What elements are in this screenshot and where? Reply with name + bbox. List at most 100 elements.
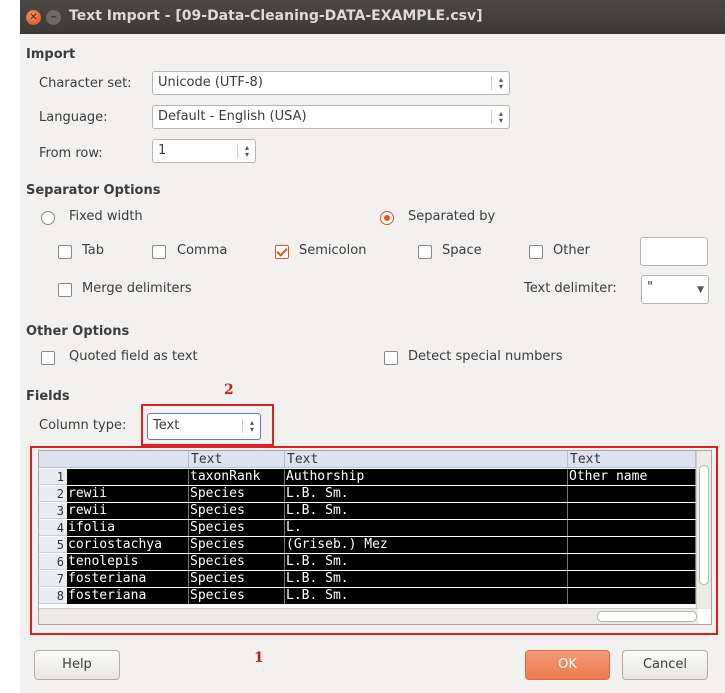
table-cell: coriostachya	[67, 537, 189, 553]
table-cell: Species	[189, 571, 285, 587]
column-header[interactable]	[39, 451, 189, 468]
column-type-value: Text	[153, 418, 180, 433]
close-icon[interactable]: ✕	[26, 10, 41, 25]
table-cell: L.B. Sm.	[285, 486, 568, 502]
row-number: 1	[39, 469, 67, 485]
table-cell: Species	[189, 486, 285, 502]
table-cell: Species	[189, 537, 285, 553]
spin-arrows-icon: ▴ ▾	[491, 76, 503, 91]
language-label: Language:	[39, 110, 108, 125]
table-cell	[67, 469, 189, 485]
column-header[interactable]: Text	[189, 451, 285, 468]
table-cell	[568, 486, 696, 502]
table-cell: L.B. Sm.	[285, 571, 568, 587]
separator-heading: Separator Options	[26, 183, 161, 198]
table-cell: tenolepis	[67, 554, 189, 570]
chevron-down-icon: ▼	[697, 285, 704, 295]
other-checkbox[interactable]	[529, 245, 543, 259]
separated-by-radio[interactable]	[380, 211, 394, 225]
title-bar: ✕ – Text Import - [09-Data-Cleaning-DATA…	[20, 0, 725, 34]
quoted-field-label: Quoted field as text	[69, 349, 198, 364]
vertical-scrollbar[interactable]	[696, 451, 711, 609]
annotation-number-1: 1	[254, 650, 264, 666]
comma-label: Comma	[177, 243, 228, 258]
tab-checkbox[interactable]	[58, 245, 72, 259]
cancel-button[interactable]: Cancel	[622, 650, 708, 680]
table-cell	[568, 520, 696, 536]
row-number: 4	[39, 520, 67, 536]
table-cell: L.B. Sm.	[285, 554, 568, 570]
scroll-thumb[interactable]	[597, 611, 697, 622]
text-delimiter-combo[interactable]: " ▼	[641, 275, 709, 304]
table-cell: (Griseb.) Mez	[285, 537, 568, 553]
comma-checkbox[interactable]	[152, 245, 166, 259]
text-delimiter-value: "	[647, 280, 653, 295]
column-header[interactable]: Text	[285, 451, 568, 468]
table-cell	[568, 503, 696, 519]
detect-special-numbers-checkbox[interactable]	[384, 351, 398, 365]
row-number: 8	[39, 588, 67, 604]
table-cell: ifolia	[67, 520, 189, 536]
table-cell: Species	[189, 520, 285, 536]
table-cell	[568, 537, 696, 553]
table-cell: rewii	[67, 486, 189, 502]
language-combo[interactable]: Default - English (USA) ▴ ▾	[152, 105, 510, 129]
help-button[interactable]: Help	[34, 650, 120, 680]
table-cell: fosteriana	[67, 588, 189, 604]
table-cell: L.B. Sm.	[285, 503, 568, 519]
table-cell: taxonRank	[189, 469, 285, 485]
table-cell: fosteriana	[67, 571, 189, 587]
semicolon-label: Semicolon	[299, 243, 367, 258]
charset-value: Unicode (UTF-8)	[158, 75, 263, 90]
column-type-label: Column type:	[39, 418, 127, 433]
charset-label: Character set:	[39, 76, 132, 91]
table-cell: Other name	[568, 469, 696, 485]
language-value: Default - English (USA)	[158, 109, 307, 124]
row-number: 2	[39, 486, 67, 502]
fixed-width-label: Fixed width	[69, 209, 143, 224]
scroll-thumb[interactable]	[699, 465, 709, 585]
table-cell: L.B. Sm.	[285, 588, 568, 604]
charset-combo[interactable]: Unicode (UTF-8) ▴ ▾	[152, 71, 510, 95]
table-cell: Species	[189, 503, 285, 519]
table-cell	[568, 571, 696, 587]
column-type-combo[interactable]: Text ▴ ▾	[147, 413, 261, 440]
merge-delimiters-label: Merge delimiters	[82, 281, 192, 296]
row-number: 7	[39, 571, 67, 587]
separated-by-label: Separated by	[408, 209, 496, 224]
ok-button[interactable]: OK	[525, 650, 610, 680]
spin-arrows-icon[interactable]: ▴ ▾	[237, 144, 249, 159]
space-checkbox[interactable]	[418, 245, 432, 259]
table-cell: Authorship	[285, 469, 568, 485]
merge-delimiters-checkbox[interactable]	[58, 283, 72, 297]
row-number: 3	[39, 503, 67, 519]
fromrow-label: From row:	[39, 146, 103, 161]
row-number: 6	[39, 554, 67, 570]
text-delimiter-label: Text delimiter:	[524, 281, 617, 296]
spin-arrows-icon: ▴ ▾	[242, 419, 254, 434]
fixed-width-radio[interactable]	[41, 211, 55, 225]
table-cell: L.	[285, 520, 568, 536]
semicolon-checkbox[interactable]	[275, 245, 289, 259]
other-input[interactable]	[640, 237, 708, 266]
table-cell: rewii	[67, 503, 189, 519]
detect-special-numbers-label: Detect special numbers	[408, 349, 563, 364]
table-cell	[568, 554, 696, 570]
horizontal-scrollbar[interactable]	[39, 608, 698, 624]
minimize-icon[interactable]: –	[46, 10, 61, 25]
annotation-number-2: 2	[224, 382, 234, 398]
fromrow-spinbox[interactable]: 1 ▴ ▾	[152, 139, 256, 163]
text-import-dialog: ✕ – Text Import - [09-Data-Cleaning-DATA…	[20, 0, 725, 693]
other-label: Other	[553, 243, 590, 258]
preview-grid[interactable]: Text Text Text 1 taxonRank Authorship Ot…	[38, 450, 712, 625]
spin-arrows-icon: ▴ ▾	[491, 110, 503, 125]
table-cell	[568, 588, 696, 604]
quoted-field-checkbox[interactable]	[41, 351, 55, 365]
window-title: Text Import - [09-Data-Cleaning-DATA-EXA…	[69, 8, 483, 24]
import-heading: Import	[26, 47, 76, 62]
table-cell: Species	[189, 554, 285, 570]
other-options-heading: Other Options	[26, 324, 130, 339]
column-header[interactable]: Text	[568, 451, 696, 468]
fields-heading: Fields	[26, 389, 70, 404]
row-number: 5	[39, 537, 67, 553]
